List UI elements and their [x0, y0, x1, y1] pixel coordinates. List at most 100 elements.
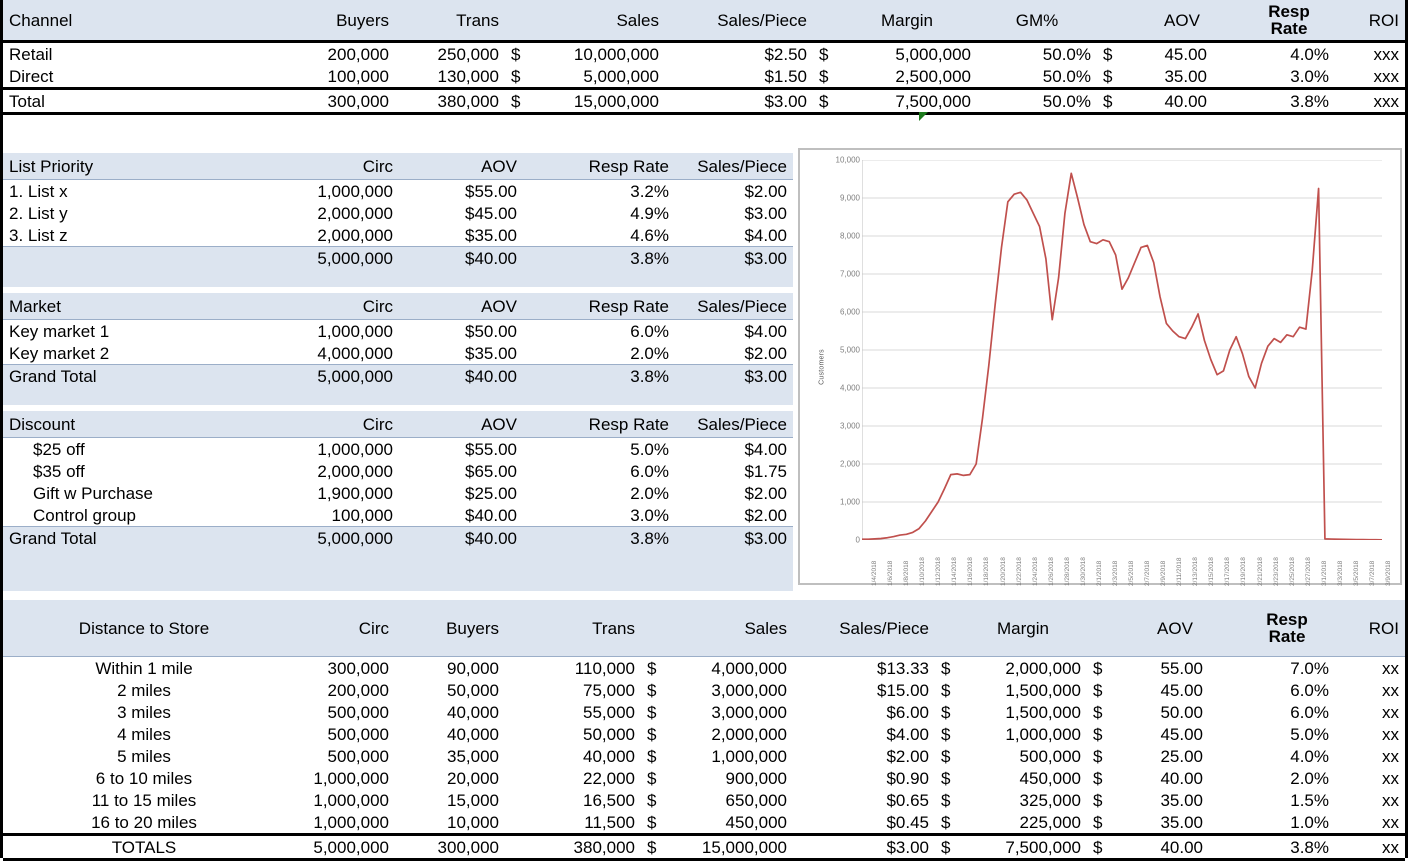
cell-sales: 5,000,000: [529, 65, 665, 89]
header-sales-currency-spacer: [505, 0, 529, 42]
cell-buyers: 40,000: [395, 701, 505, 723]
header-market: Market: [3, 293, 251, 320]
cell-buyers: 90,000: [395, 657, 505, 680]
cell-distance: 6 to 10 miles: [3, 767, 285, 789]
cell-margin-currency: $: [935, 701, 959, 723]
cell-circ: 1,000,000: [251, 180, 399, 203]
cell-sales: 3,000,000: [665, 679, 793, 701]
cell-discount-name: Control group: [3, 504, 251, 527]
header-sales: Sales: [529, 0, 665, 42]
list-priority-table: List Priority Circ AOV Resp Rate Sales/P…: [3, 153, 793, 287]
cell-sales-per-piece: $2.00: [675, 504, 793, 527]
table-row: 3. List z 2,000,000 $35.00 4.6% $4.00: [3, 224, 793, 247]
cell-sales-per-piece-total: $3.00: [793, 835, 935, 860]
chart-y-tick-label: 5,000: [840, 346, 860, 355]
cell-resp-rate-total: 3.8%: [1239, 835, 1335, 860]
chart-x-tick-label: 2/17/2018: [1224, 557, 1231, 586]
chart-x-tick-label: 2/7/2018: [1144, 561, 1151, 586]
cell-aov: 55.00: [1111, 657, 1239, 680]
cell-circ: 1,900,000: [251, 482, 399, 504]
cell-sales-currency: $: [641, 789, 665, 811]
cell-total-label: Grand Total: [3, 527, 251, 550]
market-header-row: Market Circ AOV Resp Rate Sales/Piece: [3, 293, 793, 320]
table-row: Key market 1 1,000,000 $50.00 6.0% $4.00: [3, 320, 793, 343]
cell-circ: 500,000: [285, 701, 395, 723]
cell-sales-per-piece: $1.75: [675, 460, 793, 482]
spacer-cell: [251, 387, 399, 405]
header-resp-rate: Resp Rate: [523, 293, 675, 320]
cell-sales-currency: $: [641, 811, 665, 835]
cell-sales-per-piece: $2.00: [675, 342, 793, 365]
table-row: Key market 2 4,000,000 $35.00 2.0% $2.00: [3, 342, 793, 365]
spacer-cell: [523, 549, 675, 591]
customers-line-chart[interactable]: Customers 01,0002,0003,0004,0005,0006,00…: [798, 148, 1402, 585]
cell-sales-per-piece: $2.00: [675, 180, 793, 203]
header-resp-rate: Resp Rate: [1239, 600, 1335, 657]
cell-resp-rate: 7.0%: [1239, 657, 1335, 680]
chart-x-tick-label: 2/25/2018: [1289, 557, 1296, 586]
cell-sales-per-piece: $4.00: [675, 438, 793, 461]
cell-resp-rate: 2.0%: [523, 482, 675, 504]
cell-sales-currency: $: [641, 701, 665, 723]
cell-sales-per-piece-total: $3.00: [675, 365, 793, 388]
cell-aov-currency: $: [1087, 701, 1111, 723]
cell-margin-currency: $: [935, 657, 959, 680]
header-sales-per-piece: Sales/Piece: [665, 0, 813, 42]
cell-margin-total: 7,500,000: [837, 89, 977, 114]
cell-list-name: 2. List y: [3, 202, 251, 224]
cell-margin: 1,000,000: [959, 723, 1087, 745]
cell-aov: $35.00: [399, 224, 523, 247]
cell-sales-per-piece: $2.50: [665, 42, 813, 66]
header-buyers: Buyers: [395, 600, 505, 657]
cell-sales-per-piece-total: $3.00: [675, 527, 793, 550]
cell-roi: xx: [1335, 657, 1405, 680]
cell-distance: 4 miles: [3, 723, 285, 745]
cell-resp-rate: 4.0%: [1243, 42, 1335, 66]
cell-resp-rate: 6.0%: [1239, 701, 1335, 723]
table-row: $25 off 1,000,000 $55.00 5.0% $4.00: [3, 438, 793, 461]
cell-distance: Within 1 mile: [3, 657, 285, 680]
cell-sales-currency-total: $: [641, 835, 665, 860]
cell-sales: 1,000,000: [665, 745, 793, 767]
cell-list-name: 3. List z: [3, 224, 251, 247]
cell-aov-currency: $: [1097, 65, 1121, 89]
cell-circ: 1,000,000: [285, 811, 395, 835]
cell-aov: 25.00: [1111, 745, 1239, 767]
cell-margin-currency: $: [935, 789, 959, 811]
chart-y-tick-label: 9,000: [840, 194, 860, 203]
cell-discount-name: Gift w Purchase: [3, 482, 251, 504]
cell-circ: 1,000,000: [285, 789, 395, 811]
chart-x-tick-label: 1/28/2018: [1064, 557, 1071, 586]
cell-circ: 1,000,000: [251, 438, 399, 461]
channel-summary-table: Channel Buyers Trans Sales Sales/Piece M…: [3, 0, 1405, 115]
cell-roi: xx: [1335, 745, 1405, 767]
cell-buyers: 40,000: [395, 723, 505, 745]
cell-circ: 200,000: [285, 679, 395, 701]
cell-aov-currency-total: $: [1087, 835, 1111, 860]
chart-x-tick-label: 3/7/2018: [1369, 561, 1376, 586]
chart-x-tick-label: 1/16/2018: [967, 557, 974, 586]
header-resp-line1: Resp: [1249, 3, 1329, 20]
cell-trans-total: 380,000: [395, 89, 505, 114]
margin-total-value: 7,500,000: [895, 92, 971, 111]
cell-circ: 1,000,000: [251, 320, 399, 343]
cell-margin-currency-total: $: [935, 835, 959, 860]
cell-market-name: Key market 1: [3, 320, 251, 343]
cell-resp-rate: 2.0%: [1239, 767, 1335, 789]
spacer-cell: [399, 387, 523, 405]
cell-sales-per-piece: $4.00: [675, 224, 793, 247]
cell-distance: 16 to 20 miles: [3, 811, 285, 835]
cell-aov: $25.00: [399, 482, 523, 504]
spacer-cell: [675, 269, 793, 287]
chart-y-tick-label: 10,000: [836, 156, 860, 165]
header-sales-per-piece: Sales/Piece: [675, 293, 793, 320]
cell-sales-per-piece: $2.00: [675, 482, 793, 504]
chart-x-tick-label: 2/19/2018: [1240, 557, 1247, 586]
header-resp-rate: Resp Rate: [1243, 0, 1335, 42]
chart-x-tick-label: 1/24/2018: [1032, 557, 1039, 586]
cell-channel-total-label: Total: [3, 89, 285, 114]
cell-aov: $55.00: [399, 438, 523, 461]
header-resp-rate: Resp Rate: [523, 153, 675, 180]
cell-aov: 40.00: [1111, 767, 1239, 789]
cell-sales-per-piece: $3.00: [675, 202, 793, 224]
